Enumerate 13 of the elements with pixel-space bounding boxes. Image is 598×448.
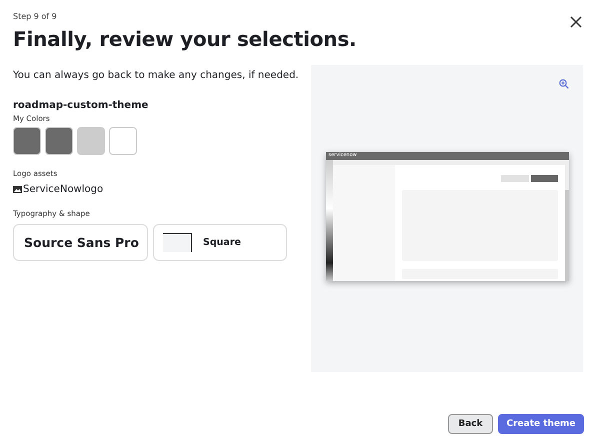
intro-text: You can always go back to make any changes, if needed. (13, 70, 299, 81)
file-name: ServiceNowlogo (23, 184, 104, 195)
font-name: Source Sans Pro (24, 235, 139, 250)
image-icon (13, 186, 22, 193)
step-label: Step 9 of 9 (13, 12, 58, 21)
shape-name: Square (203, 237, 241, 248)
theme-name: roadmap-custom-theme (13, 100, 148, 111)
dialog-title: Finally, review your selections. (13, 27, 356, 51)
back-button[interactable]: Back (448, 414, 493, 434)
zoom-in-icon[interactable] (559, 79, 569, 89)
create-button[interactable]: Create theme (498, 414, 584, 434)
square-corner-icon (163, 233, 192, 252)
close-button[interactable] (570, 16, 582, 28)
